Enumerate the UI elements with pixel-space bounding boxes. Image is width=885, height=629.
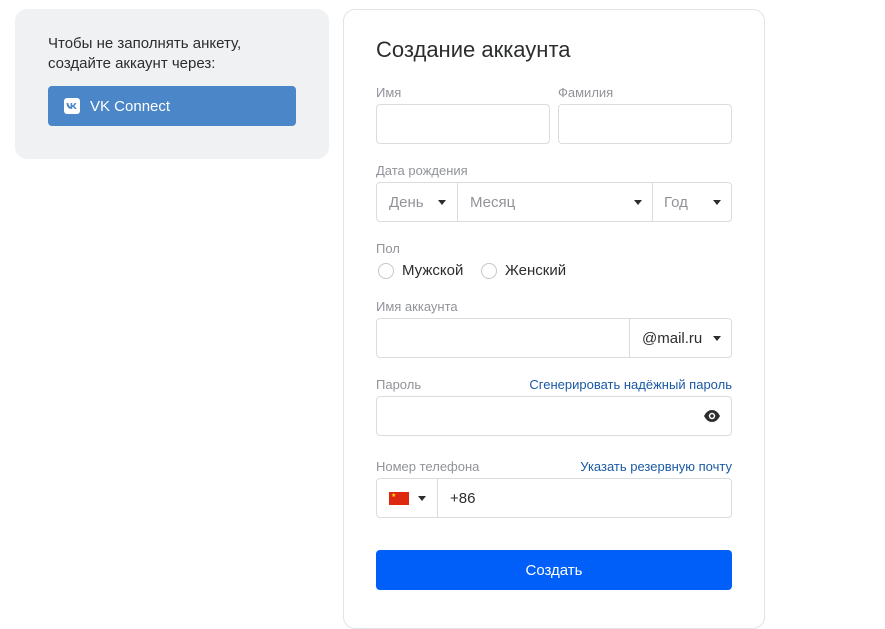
chevron-down-icon — [634, 200, 642, 205]
create-account-button[interactable]: Создать — [376, 550, 732, 590]
vk-logo-icon — [64, 98, 80, 114]
gender-label: Пол — [376, 241, 400, 256]
generate-password-link[interactable]: Сгенерировать надёжный пароль — [529, 377, 732, 393]
account-name-label: Имя аккаунта — [376, 299, 458, 314]
form-title: Создание аккаунта — [376, 37, 571, 62]
first-name-input[interactable] — [376, 104, 550, 144]
chevron-down-icon — [418, 496, 426, 501]
month-select[interactable]: Месяц — [458, 183, 652, 221]
account-name-group: @mail.ru — [376, 318, 732, 358]
last-name-label: Фамилия — [558, 85, 614, 100]
domain-select[interactable]: @mail.ru — [630, 319, 731, 357]
birth-date-group: День Месяц Год — [376, 182, 732, 222]
vk-connect-button[interactable]: VK Connect — [48, 86, 296, 126]
account-name-input[interactable] — [377, 319, 629, 357]
gender-male-radio[interactable] — [378, 263, 394, 279]
gender-male-label[interactable]: Мужской — [402, 262, 463, 280]
gender-female-label[interactable]: Женский — [505, 262, 566, 280]
phone-input[interactable]: +86 — [438, 479, 731, 517]
phone-label: Номер телефона — [376, 459, 480, 474]
last-name-input[interactable] — [558, 104, 732, 144]
day-select[interactable]: День — [377, 183, 457, 221]
backup-email-link[interactable]: Указать резервную почту — [580, 459, 732, 475]
phone-group: ★ +86 — [376, 478, 732, 518]
gender-female-radio[interactable] — [481, 263, 497, 279]
registration-form: Создание аккаунта Имя Фамилия Дата рожде… — [343, 9, 765, 629]
password-label: Пароль — [376, 377, 422, 392]
year-placeholder: Год — [664, 194, 688, 211]
country-select[interactable]: ★ — [377, 479, 437, 517]
first-name-label: Имя — [376, 85, 402, 100]
chevron-down-icon — [713, 200, 721, 205]
year-select[interactable]: Год — [653, 183, 731, 221]
birth-date-label: Дата рождения — [376, 163, 468, 178]
password-input[interactable] — [376, 396, 732, 436]
vk-connect-hint: Чтобы не заполнять анкету, создайте акка… — [48, 35, 242, 72]
vk-connect-panel: Чтобы не заполнять анкету, создайте акка… — [15, 9, 329, 159]
chevron-down-icon — [438, 200, 446, 205]
day-placeholder: День — [389, 194, 424, 211]
month-placeholder: Месяц — [470, 194, 516, 211]
china-flag-icon: ★ — [389, 492, 409, 505]
domain-value: @mail.ru — [642, 330, 703, 347]
chevron-down-icon — [713, 336, 721, 341]
eye-icon[interactable] — [703, 408, 721, 424]
phone-code: +86 — [450, 490, 476, 507]
vk-connect-label: VK Connect — [90, 97, 171, 115]
